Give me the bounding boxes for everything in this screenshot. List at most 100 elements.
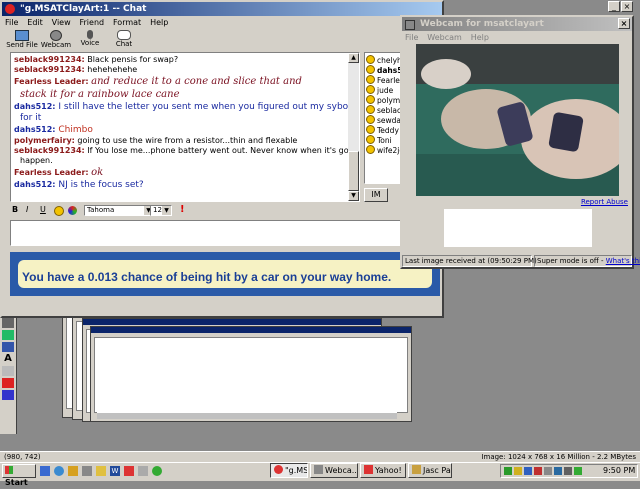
folder-icon[interactable] bbox=[96, 466, 106, 476]
webcam-title: Webcam for msatclayart bbox=[420, 19, 544, 29]
task-jasc[interactable]: Jasc Pa... bbox=[408, 463, 452, 478]
tray-icon[interactable] bbox=[514, 467, 522, 475]
send-file-icon bbox=[15, 30, 29, 41]
task-webcam[interactable]: Webca... bbox=[310, 463, 358, 478]
webcam-menubar: File Webcam Help bbox=[402, 31, 632, 44]
alert-icon[interactable]: ! bbox=[180, 204, 185, 215]
color-picker-icon[interactable] bbox=[68, 206, 77, 215]
scroll-thumb[interactable] bbox=[348, 151, 359, 191]
chat-bubbles-icon bbox=[117, 30, 131, 40]
font-select[interactable]: Tahoma ▼ bbox=[84, 205, 154, 216]
status-super-mode: Super mode is off - What's this? bbox=[534, 255, 640, 267]
ad-banner[interactable]: You have a 0.013 chance of being hit by … bbox=[10, 252, 440, 296]
whats-this-link[interactable]: What's this? bbox=[606, 257, 640, 265]
color-tool-icon[interactable] bbox=[2, 390, 14, 400]
system-tray: 9:50 PM bbox=[500, 464, 638, 478]
chat-toolbar: Send File Webcam Voice Chat bbox=[6, 30, 146, 52]
media-icon[interactable] bbox=[138, 466, 148, 476]
tray-icon[interactable] bbox=[554, 467, 562, 475]
eyedropper-tool-icon[interactable] bbox=[2, 366, 14, 376]
font-size-select[interactable]: 12 ▼ bbox=[150, 205, 172, 216]
menu-file[interactable]: File bbox=[5, 18, 18, 27]
tray-icon[interactable] bbox=[504, 467, 512, 475]
chat-button[interactable]: Chat bbox=[108, 30, 140, 48]
start-label: Start bbox=[5, 478, 28, 487]
message-line: dahs512: Chimbo bbox=[14, 125, 93, 135]
emoticon-icon[interactable] bbox=[54, 206, 64, 216]
underline-button[interactable]: U bbox=[40, 205, 46, 214]
voice-label: Voice bbox=[80, 39, 100, 47]
message-line: seblack991234: Black pensis for swap? bbox=[14, 55, 179, 64]
menu-format[interactable]: Format bbox=[113, 18, 141, 27]
chat-label: Chat bbox=[115, 40, 133, 48]
chat-titlebar[interactable]: "g.MSATClayArt:1 -- Chat bbox=[2, 2, 442, 16]
text-tool-icon[interactable]: A bbox=[2, 354, 14, 364]
tray-icon[interactable] bbox=[534, 467, 542, 475]
shape-tool-icon[interactable] bbox=[2, 378, 14, 388]
webcam-button[interactable]: Webcam bbox=[40, 30, 72, 49]
webcam-menu-webcam[interactable]: Webcam bbox=[427, 33, 462, 42]
ie-icon[interactable] bbox=[152, 466, 162, 476]
webcam-menu-file[interactable]: File bbox=[405, 33, 418, 42]
message-line: seblack991234: If You lose me...phone ba… bbox=[14, 146, 356, 155]
ad-text: You have a 0.013 chance of being hit by … bbox=[22, 270, 392, 284]
menu-help[interactable]: Help bbox=[150, 18, 168, 27]
image-info: Image: 1024 x 768 x 16 Million - 2.2 MBy… bbox=[481, 453, 636, 461]
webcam-label: Webcam bbox=[40, 41, 72, 49]
menu-friend[interactable]: Friend bbox=[80, 18, 105, 27]
menu-edit[interactable]: Edit bbox=[27, 18, 43, 27]
webcam-menu-help[interactable]: Help bbox=[471, 33, 489, 42]
quick-launch: W bbox=[40, 465, 170, 477]
microphone-icon bbox=[87, 30, 93, 39]
chat-window: "g.MSATClayArt:1 -- Chat File Edit View … bbox=[0, 0, 444, 318]
fill-tool-icon[interactable] bbox=[2, 330, 14, 340]
chat-menubar: File Edit View Friend Format Help bbox=[2, 16, 442, 29]
yahoo-messenger-icon bbox=[5, 4, 15, 14]
start-button[interactable]: Start bbox=[2, 464, 36, 487]
report-abuse-link[interactable]: Report Abuse bbox=[581, 198, 628, 206]
message-line: happen. bbox=[20, 156, 53, 165]
smiley-icon bbox=[366, 135, 375, 144]
webcam-ad-area bbox=[444, 209, 592, 247]
volume-icon[interactable] bbox=[564, 467, 572, 475]
tool-palette: A bbox=[0, 316, 17, 434]
smiley-icon bbox=[366, 75, 375, 84]
desktop-icon[interactable] bbox=[40, 466, 50, 476]
yahoo-icon[interactable] bbox=[124, 466, 134, 476]
message-area[interactable]: seblack991234: Black pensis for swap? se… bbox=[10, 52, 360, 202]
tray-icon[interactable] bbox=[524, 467, 532, 475]
bg-minimize-button[interactable]: _ bbox=[608, 1, 620, 12]
voice-button[interactable]: Voice bbox=[74, 30, 106, 47]
bold-button[interactable]: B bbox=[12, 205, 18, 214]
outlook-icon[interactable] bbox=[68, 466, 78, 476]
bg-close-button[interactable]: × bbox=[621, 1, 633, 12]
move-tool-icon[interactable] bbox=[2, 318, 14, 328]
message-scrollbar[interactable]: ▲ ▼ bbox=[348, 53, 359, 201]
message-line: dahs512: I still have the letter you sen… bbox=[14, 102, 356, 112]
task-chat[interactable]: "g.MS... bbox=[270, 463, 308, 478]
status-last-image: Last image received at (09:50:29 PM) bbox=[402, 255, 537, 267]
italic-button[interactable]: I bbox=[26, 205, 28, 214]
network-icon[interactable] bbox=[574, 467, 582, 475]
internet-explorer-icon[interactable] bbox=[54, 466, 64, 476]
webcam-window-icon bbox=[405, 20, 415, 30]
webcam-close-button[interactable]: × bbox=[618, 18, 630, 29]
message-line: dahs512: NJ is the focus set? bbox=[14, 180, 144, 190]
pen-tool-icon[interactable] bbox=[2, 342, 14, 352]
scroll-down-arrow-icon[interactable]: ▼ bbox=[348, 191, 359, 201]
message-line: Fearless Leader: ok bbox=[14, 167, 104, 178]
webcam-icon bbox=[50, 30, 62, 41]
tray-icon[interactable] bbox=[544, 467, 552, 475]
menu-view[interactable]: View bbox=[52, 18, 71, 27]
explorer-icon[interactable] bbox=[82, 466, 92, 476]
task-yahoo[interactable]: Yahoo! ... bbox=[360, 463, 406, 478]
message-line: stack it for a rainbow lace cane bbox=[20, 89, 180, 100]
smiley-icon bbox=[366, 105, 375, 114]
message-input[interactable] bbox=[10, 220, 440, 246]
scroll-up-arrow-icon[interactable]: ▲ bbox=[348, 53, 359, 63]
word-icon[interactable]: W bbox=[110, 466, 120, 476]
webcam-titlebar[interactable]: Webcam for msatclayart × bbox=[402, 17, 632, 31]
send-file-button[interactable]: Send File bbox=[6, 30, 38, 49]
smiley-icon bbox=[366, 125, 375, 134]
im-button[interactable]: IM bbox=[364, 188, 388, 202]
